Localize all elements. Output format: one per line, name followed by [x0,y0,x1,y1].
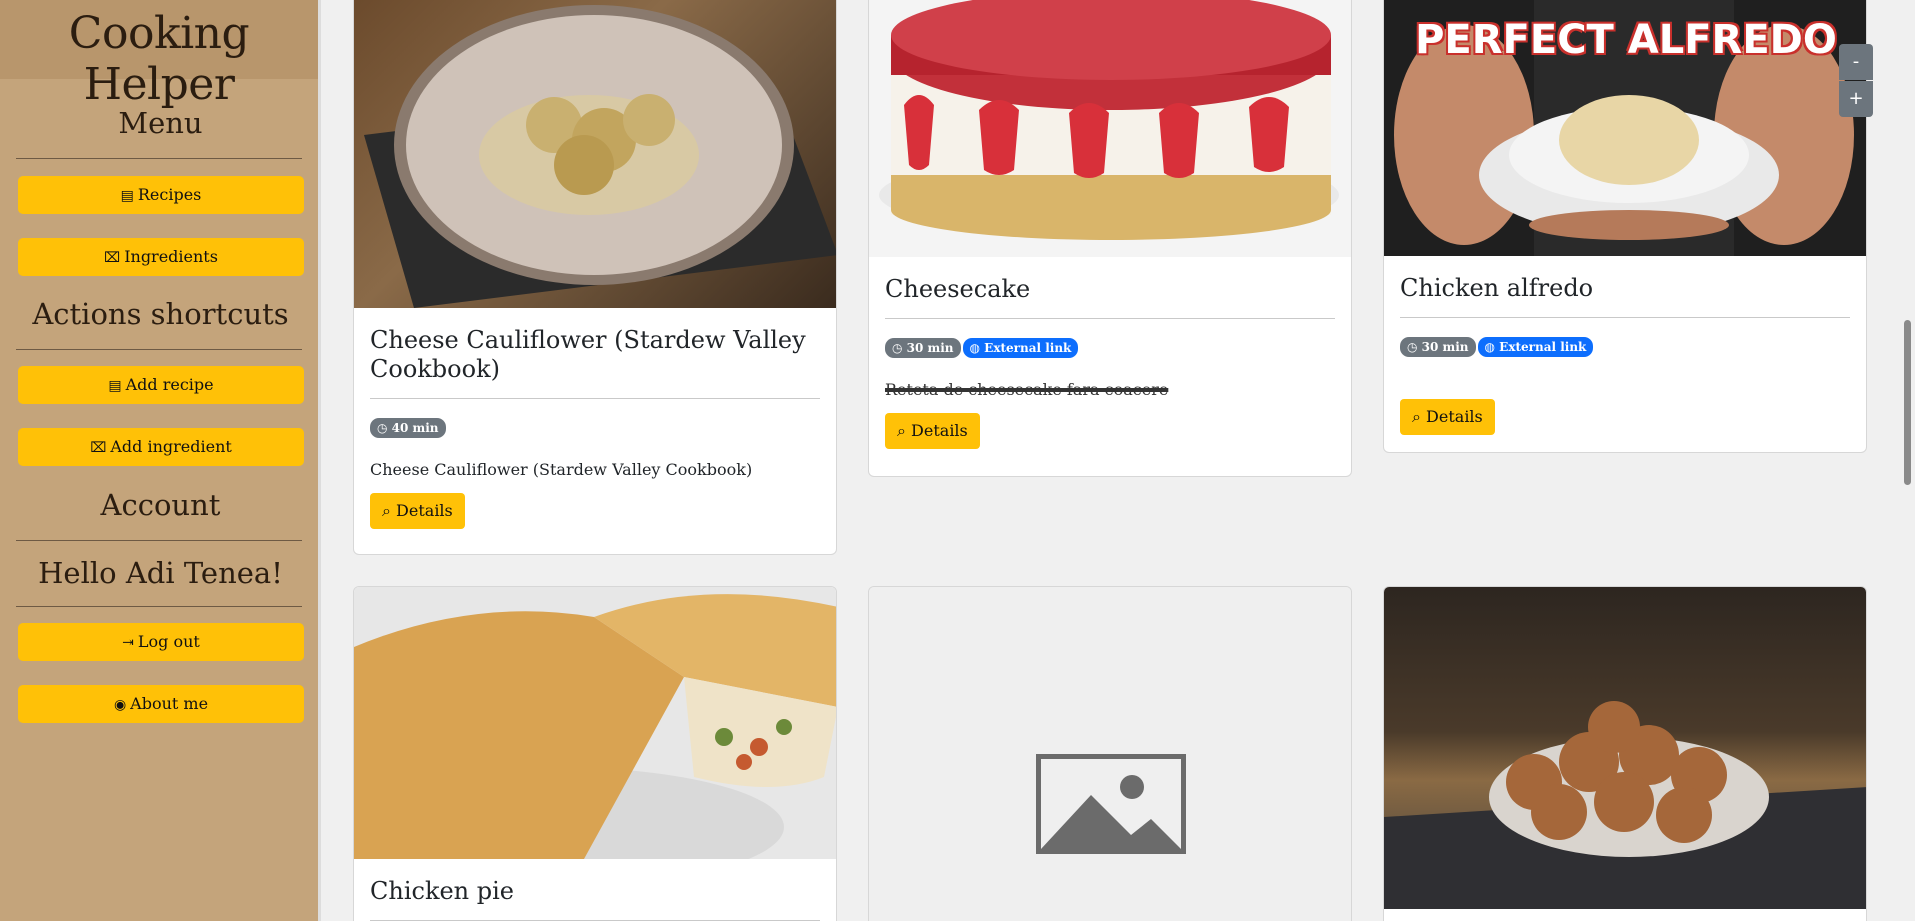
divider [16,158,302,159]
time-badge: ◷ 30 min [885,337,961,358]
recipe-card [1383,586,1867,921]
basket-icon: ⌧ [104,250,121,266]
account-heading: Account [100,488,221,522]
recipe-title: Cheese Cauliflower (Stardew Valley Cookb… [370,326,806,383]
recipe-image[interactable] [354,587,836,859]
clock-icon: ◷ [892,340,907,355]
recipes-button[interactable]: ▤ Recipes [18,176,304,214]
logout-button[interactable]: ⇥ Log out [18,623,304,661]
recipe-image[interactable] [869,0,1351,257]
scrollbar[interactable] [1900,0,1915,921]
zoom-out-button[interactable]: - [1839,44,1873,80]
about-button[interactable]: ◉ About me [18,685,304,723]
add-ingredient-button[interactable]: ⌧ Add ingredient [18,428,304,466]
image-caption: PERFECT ALFREDO [1415,17,1837,63]
clock-icon: ◷ [1407,339,1422,354]
time-badge: ◷ 30 min [1400,336,1476,357]
logout-label: Log out [137,632,200,651]
menu-heading: Menu [118,106,203,140]
recipe-image[interactable] [354,0,836,308]
divider [16,349,302,350]
recipe-card: Cheese Cauliflower (Stardew Valley Cookb… [353,0,837,555]
divider [1400,316,1850,318]
zoom-icon: ⌕ [382,500,397,520]
recipe-card: Cheesecake ◷ 30 min ◍ External link Retet… [868,0,1352,477]
recipe-description: Cheese Cauliflower (Stardew Valley Cookb… [370,459,753,479]
details-button[interactable]: ⌕ Details [885,412,980,449]
add-recipe-button[interactable]: ▤ Add recipe [18,366,304,404]
recipe-grid: Cheese Cauliflower (Stardew Valley Cookb… [324,0,1915,921]
globe-icon: ◍ [969,340,985,355]
logout-icon: ⇥ [122,635,134,651]
recipe-image[interactable]: PERFECT ALFREDO [1384,0,1866,256]
book-icon: ▤ [108,378,122,394]
brand-title[interactable]: Cooking Helper [0,0,318,110]
ingredients-label: Ingredients [124,247,218,266]
add-ingredient-label: Add ingredient [110,437,232,456]
divider [16,540,302,541]
time-badge: ◷ 40 min [370,417,446,438]
basket-icon: ⌧ [90,440,107,456]
recipe-description: Reteta de cheesecake fara coacere [885,379,1169,399]
external-link-badge[interactable]: ◍ External link [962,337,1079,358]
zoom-icon: ⌕ [897,420,912,440]
image-placeholder[interactable] [869,587,1351,921]
recipe-title: Chicken pie [370,877,515,905]
recipe-card: PERFECT ALFREDO Chicken alfredo ◷ 30 min… [1383,0,1867,453]
recipes-label: Recipes [137,185,202,204]
add-recipe-label: Add recipe [125,375,214,394]
image-placeholder-icon [1036,754,1186,854]
user-circle-icon: ◉ [113,697,127,713]
shortcuts-heading: Actions shortcuts [32,297,289,331]
scrollbar-thumb[interactable] [1904,320,1911,485]
sidebar: Cooking Helper Menu ▤ Recipes ⌧ Ingredient… [0,0,321,921]
details-button[interactable]: ⌕ Details [370,492,465,529]
zoom-in-button[interactable]: + [1839,81,1873,117]
divider [885,317,1335,319]
recipe-title: Chicken alfredo [1400,274,1594,302]
ingredients-button[interactable]: ⌧ Ingredients [18,238,304,276]
divider [16,606,302,607]
recipe-card: Chicken pie [353,586,837,921]
user-greeting: Hello Adi Tenea! [38,556,283,590]
about-label: About me [130,694,209,713]
clock-icon: ◷ [377,420,392,435]
globe-icon: ◍ [1484,339,1500,354]
recipe-image[interactable] [1384,587,1866,909]
recipe-title: Cheesecake [885,275,1031,303]
divider [370,397,820,399]
external-link-badge[interactable]: ◍ External link [1477,336,1594,357]
recipe-card [868,586,1352,921]
details-button[interactable]: ⌕ Details [1400,398,1495,435]
book-icon: ▤ [120,188,134,204]
zoom-icon: ⌕ [1412,406,1427,426]
